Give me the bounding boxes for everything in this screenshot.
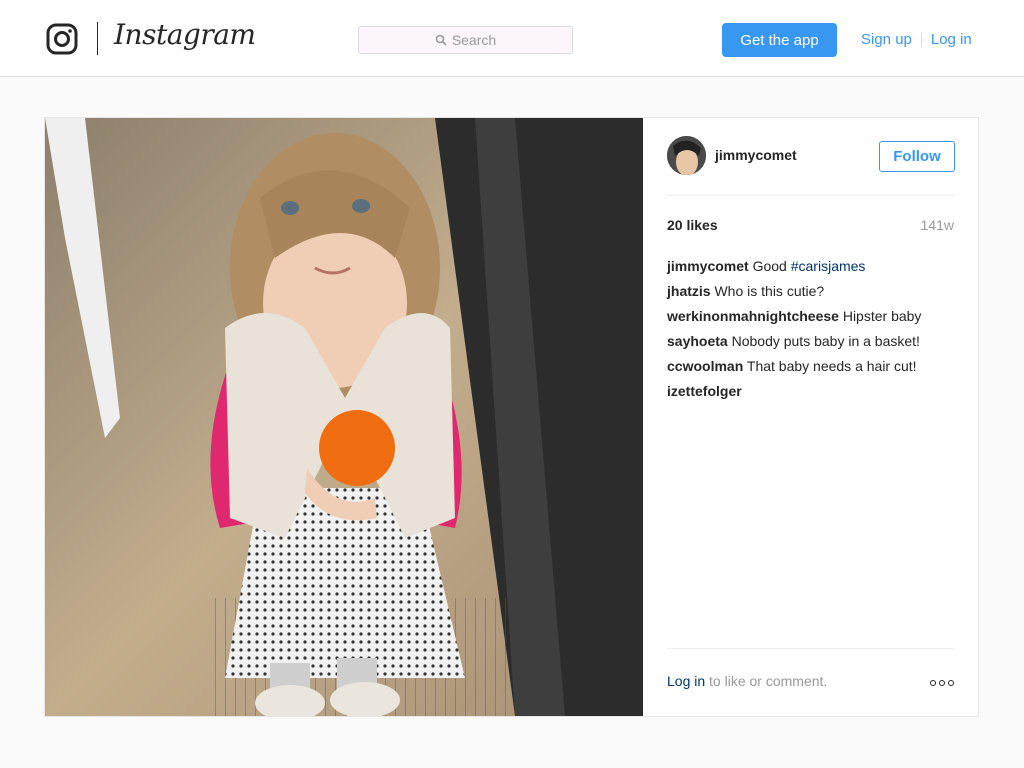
- comment-text: Nobody puts baby in a basket!: [731, 333, 920, 349]
- follow-button[interactable]: Follow: [879, 141, 955, 172]
- avatar[interactable]: [667, 136, 706, 175]
- more-dot: [930, 680, 936, 686]
- logo-divider: [97, 22, 98, 55]
- comment-item: werkinonmahnightcheese Hipster baby: [667, 304, 957, 329]
- sign-up-link[interactable]: Sign up: [861, 31, 912, 48]
- log-in-link[interactable]: Log in: [931, 31, 972, 48]
- get-the-app-button[interactable]: Get the app: [722, 23, 837, 57]
- post-author-username[interactable]: jimmycomet: [715, 147, 797, 163]
- comment-text: Hipster baby: [842, 308, 922, 324]
- comment-text: Good: [752, 258, 791, 274]
- post-footer: Log in to like or comment.: [667, 648, 954, 716]
- top-navigation-bar: Instagram Search Get the app Sign up Log…: [0, 0, 1024, 77]
- search-icon: [435, 34, 447, 46]
- hashtag-link[interactable]: #carisjames: [791, 258, 866, 274]
- more-dot: [948, 680, 954, 686]
- like-count[interactable]: 20 likes: [667, 217, 718, 233]
- post-header: jimmycomet Follow: [667, 136, 955, 196]
- comment-username[interactable]: werkinonmahnightcheese: [667, 308, 839, 324]
- post-sidebar: jimmycomet Follow 20 likes 141w jimmycom…: [643, 118, 978, 716]
- comment-item: jhatzis Who is this cutie?: [667, 279, 957, 304]
- more-options-icon[interactable]: [930, 680, 954, 686]
- log-in-to-comment-link[interactable]: Log in: [667, 673, 705, 689]
- comment-item: ccwoolman That baby needs a hair cut!: [667, 354, 957, 379]
- login-prompt-text: to like or comment.: [705, 673, 828, 689]
- instagram-wordmark[interactable]: Instagram: [114, 18, 256, 51]
- comment-item: sayhoeta Nobody puts baby in a basket!: [667, 329, 957, 354]
- search-placeholder: Search: [451, 32, 497, 48]
- login-prompt: Log in to like or comment.: [667, 673, 827, 689]
- more-dot: [939, 680, 945, 686]
- comment-item: jimmycomet Good #carisjames: [667, 254, 957, 279]
- comment-text: Who is this cutie?: [714, 283, 825, 299]
- comment-item: izettefolger: [667, 379, 957, 404]
- comment-username[interactable]: jhatzis: [667, 283, 711, 299]
- auth-links: Sign up Log in: [861, 31, 972, 48]
- post-photo[interactable]: [45, 118, 643, 716]
- post-age[interactable]: 141w: [921, 217, 954, 233]
- search-input[interactable]: Search: [358, 26, 573, 54]
- comment-username[interactable]: ccwoolman: [667, 358, 743, 374]
- post-card: jimmycomet Follow 20 likes 141w jimmycom…: [44, 117, 979, 717]
- auth-separator: [920, 32, 922, 47]
- comment-username[interactable]: jimmycomet: [667, 258, 749, 274]
- comment-username[interactable]: sayhoeta: [667, 333, 728, 349]
- comment-list: jimmycomet Good #carisjames jhatzis Who …: [667, 254, 957, 404]
- instagram-camera-icon[interactable]: [46, 23, 78, 55]
- comment-text: That baby needs a hair cut!: [746, 358, 917, 374]
- comment-username[interactable]: izettefolger: [667, 383, 742, 399]
